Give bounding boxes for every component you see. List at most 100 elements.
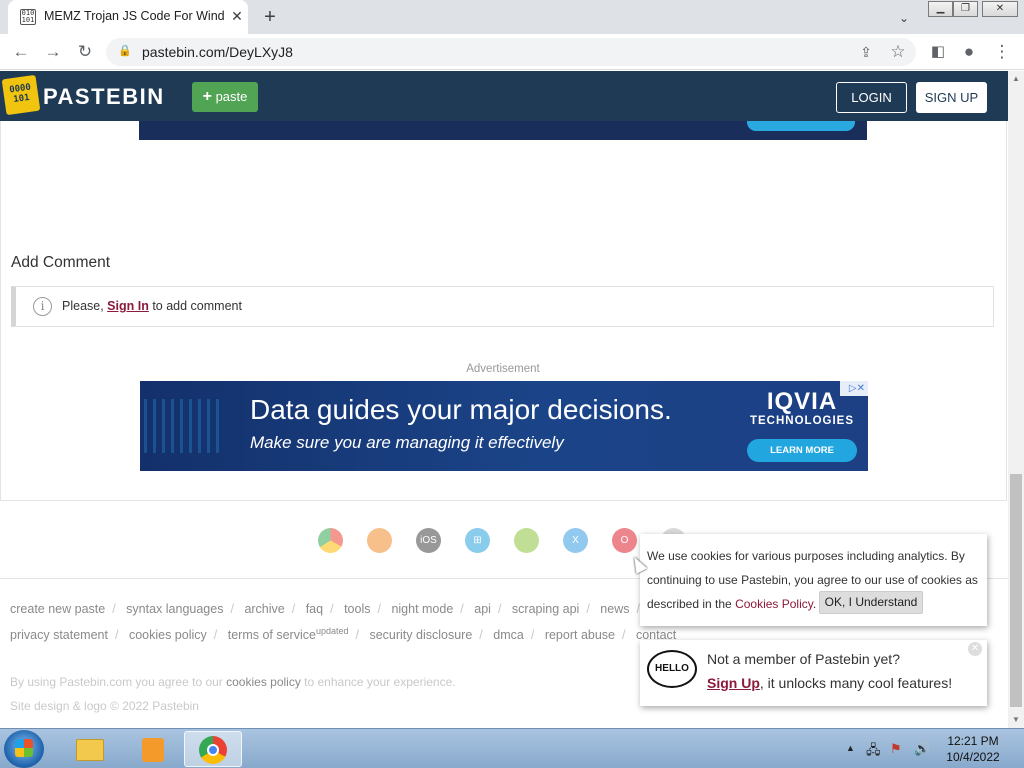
ad-headline: Data guides your major decisions. [250,394,672,425]
cookies-policy-popup-link[interactable]: Cookies Policy [735,597,813,611]
windows-logo-icon [15,739,33,757]
hello-bubble-icon: HELLO [647,650,697,688]
tray-expand-icon[interactable]: ▲ [846,743,855,753]
ios-icon[interactable]: iOS [416,528,441,553]
footer-link[interactable]: tools [344,602,370,616]
footer-link[interactable]: syntax languages [126,602,223,616]
cookies-policy-link[interactable]: cookies policy [226,675,301,689]
member-line1: Not a member of Pastebin yet? [707,651,900,667]
windows-icon[interactable]: ⊞ [465,528,490,553]
cookie-text: We use cookies for various purposes incl… [647,544,983,616]
volume-icon[interactable]: 🔊 [914,741,930,757]
minimize-button[interactable]: ▁ [928,1,953,17]
signup-link[interactable]: Sign Up [707,675,760,691]
chrome-icon[interactable] [318,528,343,553]
cookie-notice-footer: By using Pastebin.com you agree to our c… [10,675,456,689]
copyright: Site design & logo © 2022 Pastebin [10,699,199,713]
updated-badge: updated [315,626,349,636]
comment-notice-text: Please, Sign In to add comment [62,299,242,313]
cookie-popup: We use cookies for various purposes incl… [640,534,987,626]
taskbar-chrome[interactable] [184,731,242,767]
footer-link[interactable]: security disclosure [369,628,472,642]
reload-icon[interactable]: ↻ [73,40,97,64]
scroll-thumb[interactable] [1010,474,1022,707]
android-icon[interactable] [514,528,539,553]
info-icon: i [33,297,52,316]
profile-avatar-icon[interactable]: ● [957,40,981,64]
ad-learn-more-button[interactable]: LEARN MORE [747,439,857,462]
top-ad-cta[interactable] [747,121,855,131]
forward-icon[interactable]: → [41,40,65,64]
clock-time: 12:21 PM [947,734,999,748]
add-comment-heading: Add Comment [11,254,111,271]
footer-link[interactable]: terms of service [228,628,316,642]
comment-prefix: Please, [62,299,108,313]
scroll-up-icon[interactable]: ▲ [1008,71,1024,87]
footer-link[interactable]: faq [306,602,323,616]
share-icon[interactable]: ⇪ [854,40,878,64]
media-player-icon [142,738,164,762]
taskbar-media-player[interactable] [122,731,180,767]
footer-link[interactable]: dmca [493,628,524,642]
action-center-flag-icon[interactable]: ⚑ [890,741,902,757]
sign-in-link[interactable]: Sign In [107,299,149,313]
taskbar-explorer[interactable] [60,731,118,767]
member-popup: HELLO Not a member of Pastebin yet? Sign… [640,640,987,706]
bookmark-star-icon[interactable]: ☆ [886,40,910,64]
ok-understand-button[interactable]: OK, I Understand [819,591,923,614]
lock-icon[interactable]: 🔒 [118,44,132,57]
restore-button[interactable]: ❐ [953,1,978,17]
new-paste-button[interactable]: + paste [192,82,258,112]
new-tab-button[interactable]: + [258,5,282,29]
note-prefix: By using Pastebin.com you agree to our [10,675,227,689]
firefox-icon[interactable] [367,528,392,553]
clock-date: 10/4/2022 [946,750,1000,764]
ad-choices-close-icon[interactable]: ▷✕ [840,381,868,396]
side-panel-icon[interactable]: ◧ [926,40,950,64]
comment-notice: i Please, Sign In to add comment [11,286,994,327]
ad-dot-pattern [144,399,224,453]
pastebin-logo-icon[interactable]: 0000 101 [1,74,41,116]
address-bar[interactable]: 🔒 pastebin.com/DeyLXyJ8 [106,38,916,66]
page-scrollbar[interactable]: ▲ ▼ [1008,71,1024,728]
url-text[interactable]: pastebin.com/DeyLXyJ8 [142,44,293,60]
footer-link[interactable]: archive [244,602,284,616]
member-line2: Sign Up, it unlocks many cool features! [707,675,952,691]
close-window-button[interactable]: ✕ [982,1,1018,17]
footer-link[interactable]: cookies policy [129,628,207,642]
menu-dots-icon[interactable]: ⋮ [990,40,1014,64]
comment-suffix: to add comment [148,299,242,313]
top-ad-banner[interactable] [139,121,867,140]
footer-link[interactable]: api [474,602,491,616]
tab-close-icon[interactable]: ✕ [228,7,246,25]
back-icon[interactable]: ← [9,40,33,64]
macos-icon[interactable]: X [563,528,588,553]
member-popup-close-icon[interactable]: ✕ [968,642,982,656]
footer-link[interactable]: report abuse [545,628,615,642]
system-clock[interactable]: 12:21 PM 10/4/2022 [946,733,1000,765]
footer-link[interactable]: news [600,602,629,616]
ad-subline: Make sure you are managing it effectivel… [250,433,564,452]
network-icon[interactable]: 🖧 [866,741,881,763]
iqvia-ad-banner[interactable]: Data guides your major decisions. Make s… [140,381,868,471]
browser-tab[interactable]: 010 101 MEMZ Trojan JS Code For Windo ✕ [8,0,248,34]
ad-brand-sub: TECHNOLOGIES [749,415,854,427]
member-line2-rest: , it unlocks many cool features! [759,675,953,691]
note-suffix: to enhance your experience. [300,675,456,689]
chrome-taskbar-icon [199,736,227,764]
footer-links-row1: create new paste / syntax languages / arch… [10,602,640,616]
login-button[interactable]: LOGIN [836,82,907,113]
windows-taskbar: ▲ 🖧 ⚑ 🔊 12:21 PM 10/4/2022 [0,728,1024,768]
footer-link[interactable]: scraping api [512,602,579,616]
signup-button[interactable]: SIGN UP [916,82,987,113]
footer-link[interactable]: night mode [391,602,453,616]
footer-link[interactable]: create new paste [10,602,105,616]
footer-links-row2: privacy statement / cookies policy / terms… [10,626,677,643]
footer-link[interactable]: privacy statement [10,628,108,642]
scroll-down-icon[interactable]: ▼ [1008,712,1024,728]
tab-search-chevron-icon[interactable]: ⌄ [894,8,914,28]
brand-name[interactable]: PASTEBIN [43,84,165,110]
pastebin-favicon-icon: 010 101 [20,9,36,25]
start-button[interactable] [4,730,44,768]
opera-icon[interactable]: O [612,528,637,553]
